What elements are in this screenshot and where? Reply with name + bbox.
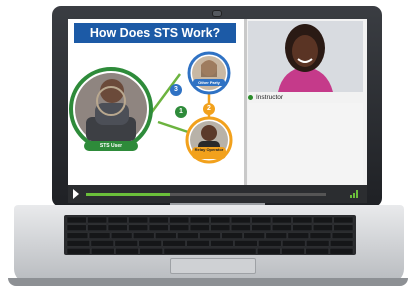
keyboard-key [169, 224, 190, 232]
keyboard-key [271, 224, 292, 232]
keyboard-key [138, 240, 162, 247]
keyboard-key [333, 216, 354, 224]
step-2-label: 2 [207, 105, 211, 112]
keyboard-key [306, 240, 330, 247]
keyboard-key [189, 224, 210, 232]
sts-user-node [69, 67, 153, 151]
keyboard-key [281, 248, 305, 255]
keyboard-key [251, 224, 272, 232]
keyboard-key [271, 216, 292, 224]
keyboard-key [251, 216, 272, 224]
step-3-label: 3 [174, 86, 178, 93]
instructor-pane [248, 103, 363, 185]
keyboard-key [107, 224, 128, 232]
keyboard-key [312, 216, 333, 224]
play-icon[interactable] [73, 189, 79, 199]
keyboard-key [265, 232, 287, 239]
instructor-label: Instructor [256, 94, 284, 101]
keyboard-key [114, 240, 138, 247]
keyboard-key [66, 216, 87, 224]
keyboard-key [292, 224, 313, 232]
progress-fill [86, 193, 170, 196]
keyboard-key [90, 240, 114, 247]
keyboard-key [148, 216, 169, 224]
instructor-label-row: Instructor [248, 94, 283, 101]
keyboard-key [163, 248, 257, 255]
progress-bar[interactable] [86, 193, 326, 196]
keyboard-key [292, 216, 313, 224]
instructor-video [248, 21, 363, 92]
webcam [212, 10, 222, 17]
volume-icon[interactable] [350, 189, 359, 198]
keyboard-key [243, 232, 265, 239]
keyboard-key [305, 248, 329, 255]
keyboard-key [177, 232, 199, 239]
keyboard-key [199, 232, 221, 239]
keyboard-key [115, 248, 139, 255]
status-dot-icon [248, 94, 253, 100]
player-controls [68, 185, 367, 203]
keyboard-key [210, 240, 234, 247]
sts-user-label: STS User [99, 143, 123, 149]
keyboard-key [330, 240, 354, 247]
keyboard-key [221, 232, 243, 239]
laptop-screen: How Does STS Work? STS User Other Party … [68, 19, 367, 203]
relay-operator-node [185, 116, 233, 164]
keyboard-key [91, 248, 115, 255]
laptop-base-edge [8, 278, 408, 286]
keyboard-key [282, 240, 306, 247]
keyboard-key [189, 216, 210, 224]
presentation-slide: How Does STS Work? STS User Other Party … [68, 19, 244, 185]
keyboard-key [258, 240, 282, 247]
keyboard-key [234, 240, 258, 247]
relay-operator-face [201, 125, 217, 141]
relay-operator-label: Relay Operator [194, 147, 224, 152]
keyboard-key [333, 224, 354, 232]
keyboard-key [257, 248, 281, 255]
keyboard-key [329, 248, 354, 255]
keyboard [64, 215, 356, 255]
keyboard-key [162, 240, 186, 247]
keyboard-key [186, 240, 210, 247]
keyboard-key [169, 216, 190, 224]
keyboard-key [287, 232, 310, 239]
keyboard-key [66, 224, 87, 232]
sts-diagram [69, 51, 233, 164]
keyboard-key [148, 224, 169, 232]
keyboard-key [309, 232, 332, 239]
keyboard-key [66, 240, 90, 247]
keyboard-key [230, 224, 251, 232]
pane-divider[interactable] [244, 19, 247, 185]
keyboard-key [128, 224, 149, 232]
keyboard-key [210, 216, 231, 224]
keyboard-key [87, 216, 108, 224]
connector-user-operator [157, 120, 189, 134]
trackpad [170, 258, 256, 274]
keyboard-key [230, 216, 251, 224]
other-party-label: Other Party [198, 80, 220, 85]
keyboard-key [66, 232, 89, 239]
keyboard-key [128, 216, 149, 224]
keyboard-key [331, 232, 354, 239]
keyboard-key [210, 224, 231, 232]
keyboard-key [133, 232, 155, 239]
step-1-label: 1 [179, 108, 183, 115]
keyboard-key [88, 232, 111, 239]
keyboard-key [66, 248, 91, 255]
keyboard-key [87, 224, 108, 232]
keyboard-key [139, 248, 163, 255]
keyboard-key [155, 232, 177, 239]
other-party-node [187, 51, 231, 95]
keyboard-key [312, 224, 333, 232]
keyboard-key [107, 216, 128, 224]
keyboard-key [110, 232, 133, 239]
